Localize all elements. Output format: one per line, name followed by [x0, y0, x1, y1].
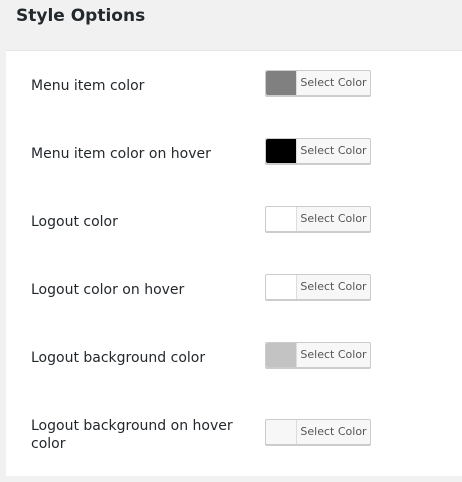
select-color-button[interactable]: Select Color	[297, 343, 370, 367]
menu-item-color-hover-picker[interactable]: Select Color	[265, 138, 371, 164]
logout-color-picker[interactable]: Select Color	[265, 206, 371, 232]
color-swatch[interactable]	[266, 207, 297, 231]
logout-background-color-picker[interactable]: Select Color	[265, 342, 371, 368]
option-label: Logout background on hover color	[31, 418, 233, 452]
option-label: Logout color	[31, 214, 118, 230]
style-options-panel: Menu item color Select Color Menu item c…	[6, 50, 462, 476]
option-label: Menu item color	[31, 78, 145, 94]
select-color-button[interactable]: Select Color	[297, 275, 370, 299]
section-title: Style Options	[16, 6, 146, 26]
option-label: Logout background color	[31, 350, 206, 366]
color-swatch[interactable]	[266, 420, 297, 444]
select-color-button[interactable]: Select Color	[297, 207, 370, 231]
option-label: Menu item color on hover	[31, 146, 211, 162]
color-swatch[interactable]	[266, 275, 297, 299]
color-swatch[interactable]	[266, 139, 297, 163]
select-color-button[interactable]: Select Color	[297, 71, 370, 95]
select-color-button[interactable]: Select Color	[297, 139, 370, 163]
color-swatch[interactable]	[266, 343, 297, 367]
option-label: Logout color on hover	[31, 282, 185, 298]
select-color-button[interactable]: Select Color	[297, 420, 370, 444]
color-swatch[interactable]	[266, 71, 297, 95]
logout-color-hover-picker[interactable]: Select Color	[265, 274, 371, 300]
logout-background-hover-color-picker[interactable]: Select Color	[265, 419, 371, 445]
menu-item-color-picker[interactable]: Select Color	[265, 70, 371, 96]
